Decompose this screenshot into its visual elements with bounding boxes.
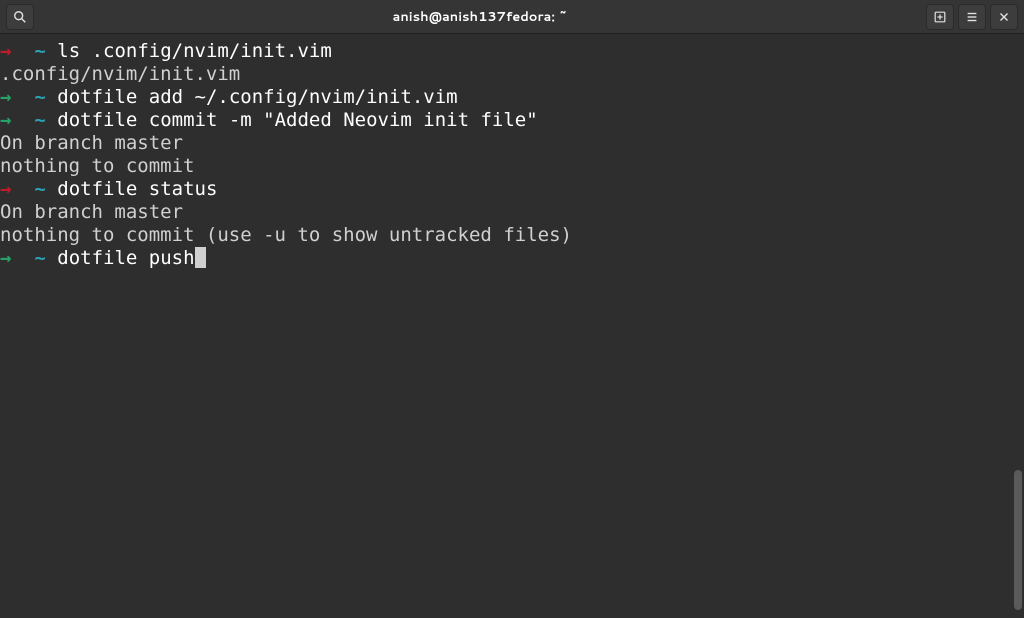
command-text: dotfile add ~/.config/nvim/init.vim <box>57 86 457 108</box>
prompt-arrow-icon: → <box>0 40 11 62</box>
titlebar-left <box>6 4 34 30</box>
prompt-path: ~ <box>34 40 45 62</box>
prompt-arrow-icon: → <box>0 178 11 200</box>
terminal-line: → ~ dotfile add ~/.config/nvim/init.vim <box>0 86 1024 109</box>
close-icon <box>997 10 1011 24</box>
terminal-line: On branch master <box>0 132 1024 155</box>
new-tab-button[interactable] <box>926 4 954 30</box>
terminal-line: On branch master <box>0 201 1024 224</box>
command-text: dotfile push <box>57 247 194 269</box>
prompt-path: ~ <box>34 247 45 269</box>
terminal-line: nothing to commit (use -u to show untrac… <box>0 224 1024 247</box>
titlebar: anish@anish137fedora: ~ <box>0 0 1024 34</box>
new-tab-icon <box>933 10 947 24</box>
prompt-path: ~ <box>34 109 45 131</box>
prompt-path: ~ <box>34 86 45 108</box>
terminal-line: → ~ ls .config/nvim/init.vim <box>0 40 1024 63</box>
command-text: dotfile commit -m "Added Neovim init fil… <box>57 109 537 131</box>
command-text: ls .config/nvim/init.vim <box>57 40 332 62</box>
search-button[interactable] <box>6 4 34 30</box>
scrollbar-thumb[interactable] <box>1014 470 1022 610</box>
terminal-line: → ~ dotfile push <box>0 247 1024 270</box>
window-title: anish@anish137fedora: ~ <box>34 8 926 26</box>
prompt-arrow-icon: → <box>0 86 11 108</box>
command-text: dotfile status <box>57 178 217 200</box>
terminal-line: → ~ dotfile commit -m "Added Neovim init… <box>0 109 1024 132</box>
terminal-line: nothing to commit <box>0 155 1024 178</box>
titlebar-right <box>926 4 1018 30</box>
search-icon <box>13 10 27 24</box>
cursor <box>195 247 206 268</box>
hamburger-icon <box>965 10 979 24</box>
terminal-line: .config/nvim/init.vim <box>0 63 1024 86</box>
prompt-arrow-icon: → <box>0 109 11 131</box>
close-button[interactable] <box>990 4 1018 30</box>
menu-button[interactable] <box>958 4 986 30</box>
prompt-arrow-icon: → <box>0 247 11 269</box>
prompt-path: ~ <box>34 178 45 200</box>
terminal-line: → ~ dotfile status <box>0 178 1024 201</box>
terminal-output[interactable]: → ~ ls .config/nvim/init.vim.config/nvim… <box>0 34 1024 270</box>
